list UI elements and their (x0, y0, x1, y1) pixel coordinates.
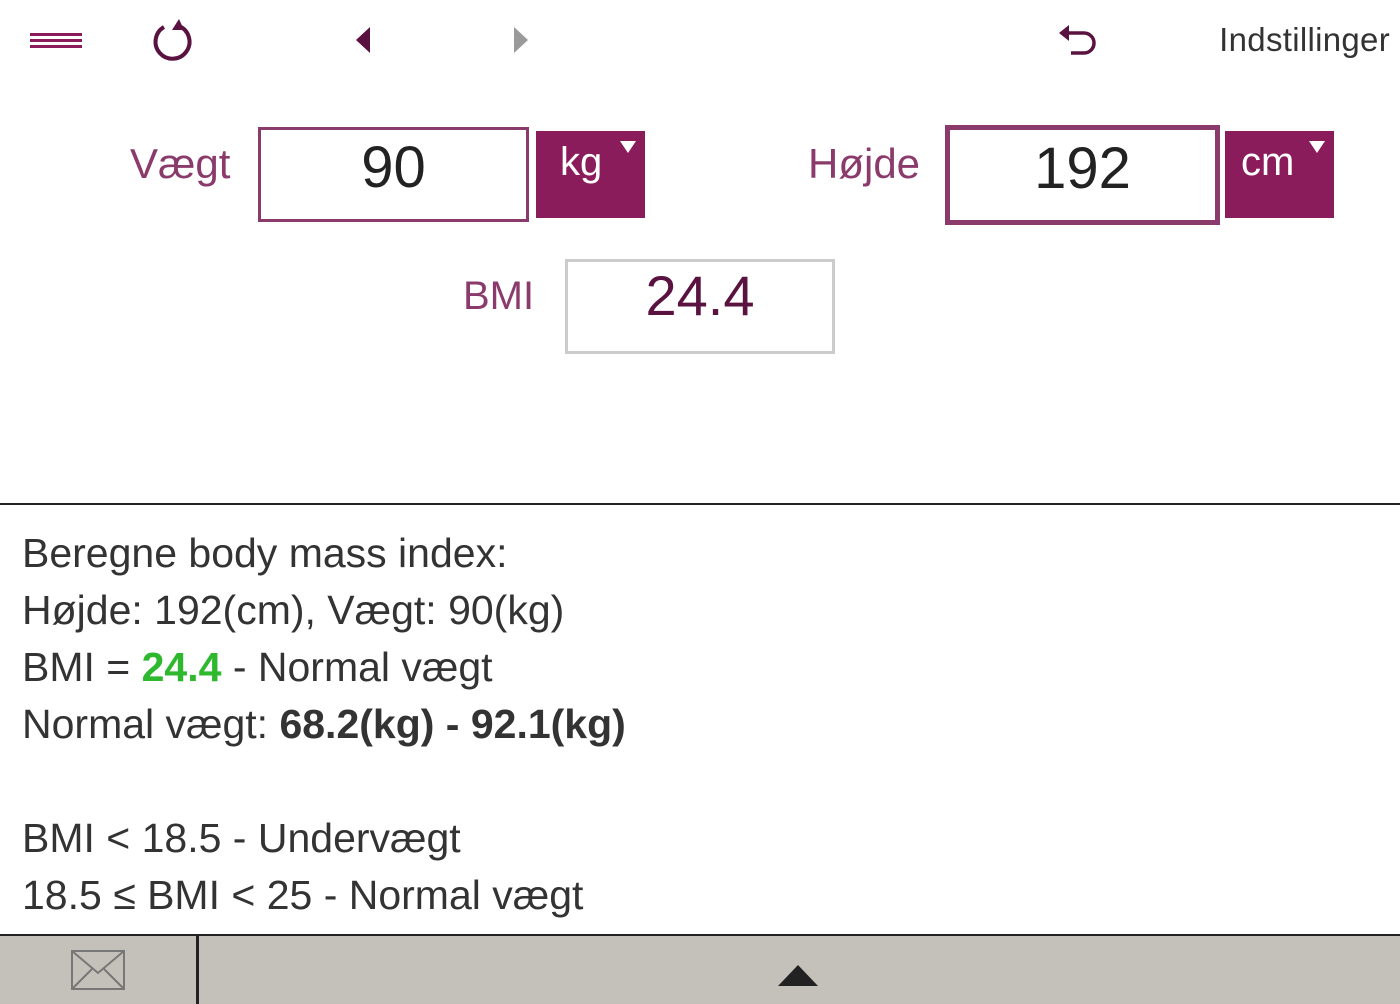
category-item: BMI < 18.5 - Undervægt (22, 815, 461, 861)
refresh-icon (153, 19, 192, 61)
category-item: 18.5 ≤ BMI < 25 - Normal vægt (22, 872, 584, 918)
caret-down-icon (620, 141, 636, 153)
hamburger-icon (30, 33, 82, 48)
normal-prefix: Normal vægt: (22, 701, 280, 747)
menu-button[interactable] (20, 20, 92, 60)
bmi-prefix: BMI = (22, 644, 142, 690)
bmi-category: - Normal vægt (221, 644, 493, 690)
settings-link[interactable]: Indstillinger (1170, 18, 1390, 62)
result-panel: Beregne body mass index: Højde: 192(cm),… (22, 525, 1382, 930)
bmi-label: BMI (463, 274, 535, 318)
footer-separator (196, 936, 199, 1004)
weight-unit-value: kg (560, 140, 603, 184)
undo-button[interactable] (1052, 16, 1106, 66)
undo-icon (1059, 25, 1096, 55)
height-unit-value: cm (1241, 140, 1295, 184)
footer-bar (0, 934, 1400, 1004)
mail-icon (71, 950, 125, 990)
weight-label: Vægt (130, 140, 231, 187)
back-button[interactable] (340, 18, 386, 62)
refresh-button[interactable] (140, 14, 200, 68)
arrow-right-icon (514, 27, 528, 53)
weight-input[interactable] (258, 127, 529, 222)
weight-unit-select[interactable]: kg (536, 131, 645, 218)
height-unit-select[interactable]: cm (1225, 131, 1334, 218)
bmi-value: 24.4 (141, 644, 222, 690)
forward-button[interactable] (498, 18, 544, 62)
result-bmi-line: BMI = 24.4 - Normal vægt (22, 639, 1382, 696)
normal-range: 68.2(kg) - 92.1(kg) (279, 701, 626, 747)
height-label: Højde (808, 140, 921, 187)
result-input-summary: Højde: 192(cm), Vægt: 90(kg) (22, 587, 565, 633)
mail-button[interactable] (0, 936, 196, 1004)
triangle-up-icon (778, 965, 818, 986)
result-heading: Beregne body mass index: (22, 530, 508, 576)
arrow-left-icon (356, 27, 370, 53)
caret-down-icon (1309, 141, 1325, 153)
toolbar: Indstillinger (0, 0, 1400, 80)
divider (0, 503, 1400, 505)
result-normal-line: Normal vægt: 68.2(kg) - 92.1(kg) (22, 696, 1382, 753)
bmi-output (565, 259, 835, 354)
expand-button[interactable] (776, 962, 820, 992)
height-input[interactable] (945, 125, 1220, 225)
